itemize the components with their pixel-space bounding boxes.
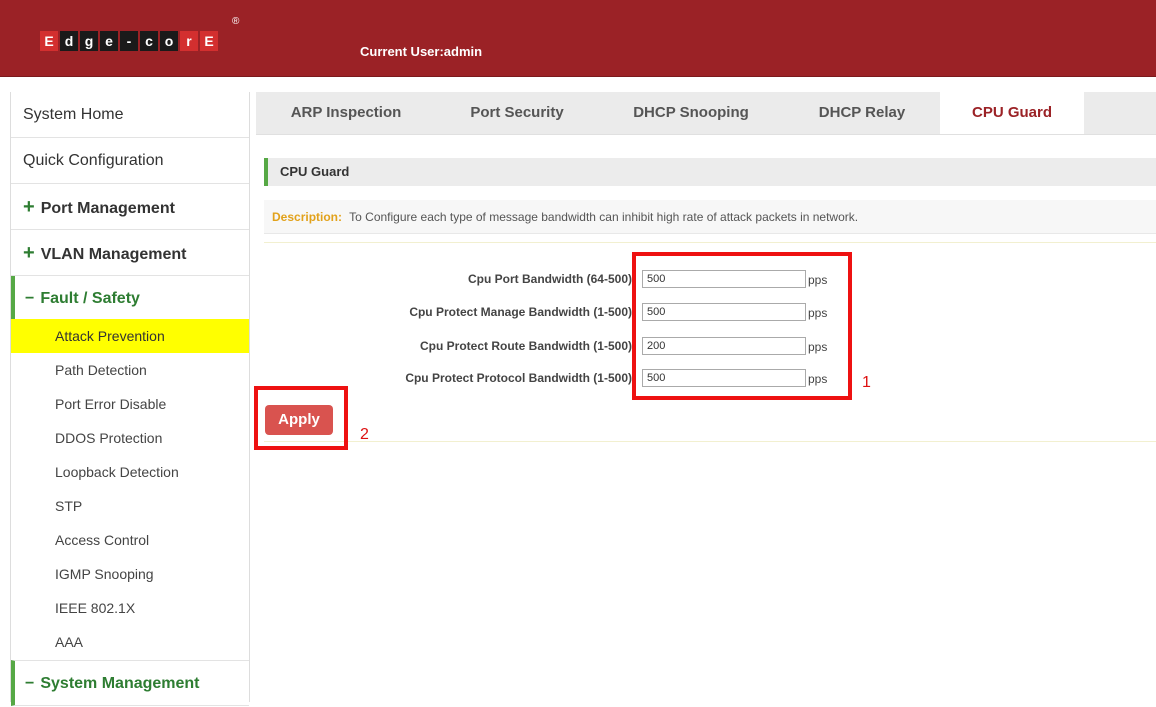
sidebar-nav: System Home Quick Configuration + Port Ma… [10,92,250,706]
tab-dhcp-snooping[interactable]: DHCP Snooping [598,92,784,134]
tab-port-security[interactable]: Port Security [436,92,598,134]
tab-cpu-guard[interactable]: CPU Guard [940,92,1084,134]
tab-bar: ARP Inspection Port Security DHCP Snoopi… [256,92,1156,135]
sidebar-item-attack-prevention[interactable]: Attack Prevention [11,319,249,353]
logo-letter: E [40,31,58,51]
sidebar-item-port-error-disable[interactable]: Port Error Disable [11,387,249,421]
description-label: Description: [272,210,343,224]
edgecore-logo[interactable]: E d g e - c o r E [40,30,218,52]
sidebar-item-igmp-snooping[interactable]: IGMP Snooping [11,557,249,591]
logo-letter: - [120,31,138,51]
sidebar-group-label: VLAN Management [40,246,187,263]
sidebar-group-port-management[interactable]: + Port Management [11,184,249,230]
sidebar-item-aaa[interactable]: AAA [11,625,249,659]
sidebar-item-ieee-8021x[interactable]: IEEE 802.1X [11,591,249,625]
minus-icon: − [25,675,35,692]
sidebar-group-label: Fault / Safety [40,290,140,307]
tab-arp-inspection[interactable]: ARP Inspection [256,92,436,134]
logo-letter: g [80,31,98,51]
logo-letter: c [140,31,158,51]
plus-icon: + [23,196,35,218]
registered-mark: ® [232,16,240,27]
sidebar-item-path-detection[interactable]: Path Detection [11,353,249,387]
plus-icon: + [23,242,35,264]
sidebar-group-label: Port Management [40,200,175,217]
sidebar-item-system-home[interactable]: System Home [11,92,249,138]
logo-letter: e [100,31,118,51]
annotation-number-1: 1 [862,374,871,391]
tab-dhcp-relay[interactable]: DHCP Relay [784,92,940,134]
cpu-protect-route-bandwidth-label: Cpu Protect Route Bandwidth (1-500): [419,339,636,353]
sidebar-group-vlan-management[interactable]: + VLAN Management [11,230,249,276]
sidebar-group-system-management[interactable]: − System Management [11,660,249,706]
logo-letter: d [60,31,78,51]
annotation-number-2: 2 [360,426,369,443]
logo-letter: o [160,31,178,51]
section-title: CPU Guard [264,158,1156,186]
cpu-port-bandwidth-label: Cpu Port Bandwidth (64-500): [467,272,636,286]
cpu-protect-manage-bandwidth-label: Cpu Protect Manage Bandwidth (1-500): [409,305,636,319]
sidebar-item-quick-configuration[interactable]: Quick Configuration [11,138,249,184]
current-user-label: Current User:admin [360,44,483,59]
minus-icon: − [25,290,35,307]
sidebar-item-stp[interactable]: STP [11,489,249,523]
description-text: To Configure each type of message bandwi… [349,210,859,224]
logo-letter: r [180,31,198,51]
sidebar-group-fault-safety[interactable]: − Fault / Safety [11,276,249,322]
sidebar-item-ddos-protection[interactable]: DDOS Protection [11,421,249,455]
top-header: E d g e - c o r E ® Current User:admin [0,0,1156,77]
sidebar-item-access-control[interactable]: Access Control [11,523,249,557]
sidebar-group-label: System Management [40,675,200,692]
annotation-box-fields [632,252,852,400]
logo-letter: E [200,31,218,51]
cpu-protect-protocol-bandwidth-label: Cpu Protect Protocol Bandwidth (1-500): [405,371,636,385]
sidebar-item-loopback-detection[interactable]: Loopback Detection [11,455,249,489]
annotation-box-apply [254,386,348,450]
description-bar: Description: To Configure each type of m… [264,200,1156,234]
